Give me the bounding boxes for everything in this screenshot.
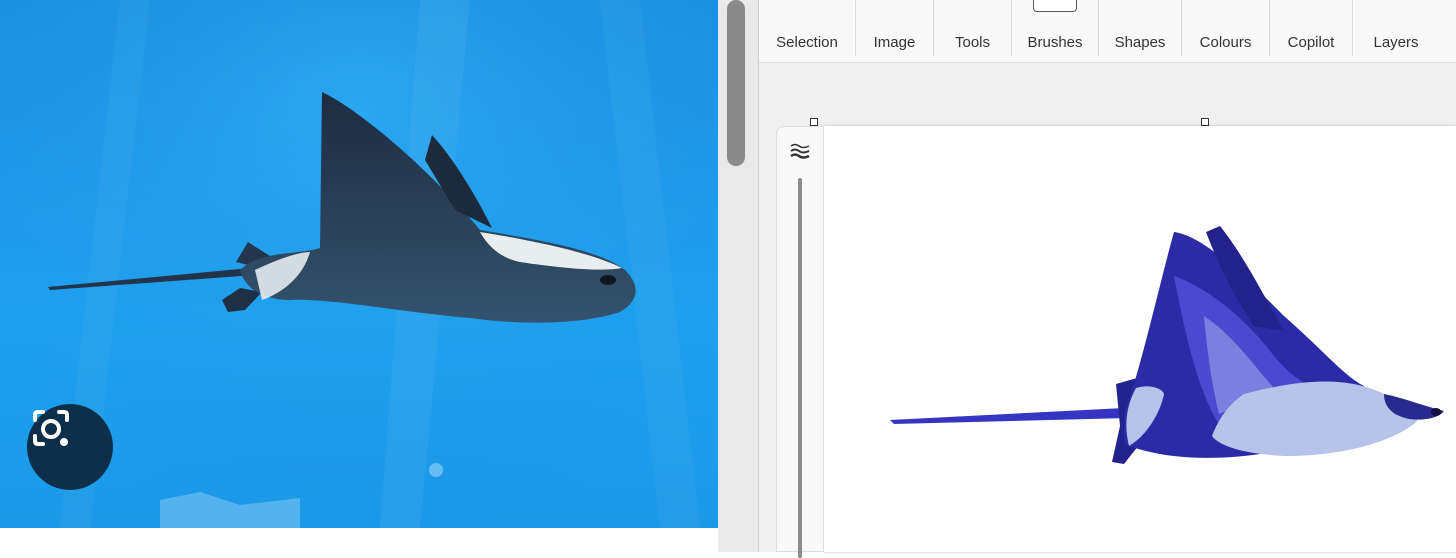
tab-colours[interactable]: Colours: [1182, 0, 1269, 62]
resize-handle[interactable]: [810, 118, 818, 126]
canvas-workspace: [759, 63, 1456, 552]
tab-copilot[interactable]: Copilot: [1270, 0, 1352, 62]
eagle-ray-drawing: [890, 226, 1444, 464]
tab-colours-label: Colours: [1199, 34, 1252, 51]
paint-window: Selection Image Tools Brushes Shapes Col…: [759, 0, 1456, 558]
brush-preview-icon[interactable]: [1033, 0, 1077, 12]
tab-selection-label: Selection: [776, 34, 838, 51]
page-background: [0, 528, 718, 552]
tab-tools-label: Tools: [954, 34, 991, 51]
brush-size-icon: [790, 143, 810, 159]
tab-brushes-label: Brushes: [1027, 34, 1083, 51]
tab-shapes-label: Shapes: [1114, 34, 1166, 51]
brush-size-panel: [776, 126, 824, 558]
ribbon-toolbar: Selection Image Tools Brushes Shapes Col…: [759, 0, 1456, 63]
scrollbar[interactable]: [718, 0, 759, 552]
google-lens-icon: [33, 410, 69, 446]
brush-size-slider[interactable]: [798, 178, 802, 558]
tab-shapes[interactable]: Shapes: [1099, 0, 1181, 62]
google-lens-button[interactable]: [27, 404, 113, 490]
photo-viewer: [0, 0, 718, 528]
resize-handle[interactable]: [1201, 118, 1209, 126]
tab-image-label: Image: [873, 34, 916, 51]
drawing-canvas[interactable]: [824, 126, 1456, 552]
tab-layers-label: Layers: [1373, 34, 1419, 51]
tab-copilot-label: Copilot: [1287, 34, 1335, 51]
tab-selection[interactable]: Selection: [759, 0, 855, 62]
tab-tools[interactable]: Tools: [934, 0, 1011, 62]
scrollbar-thumb[interactable]: [727, 0, 745, 166]
tab-image[interactable]: Image: [856, 0, 933, 62]
tab-layers[interactable]: Layers: [1353, 0, 1439, 62]
